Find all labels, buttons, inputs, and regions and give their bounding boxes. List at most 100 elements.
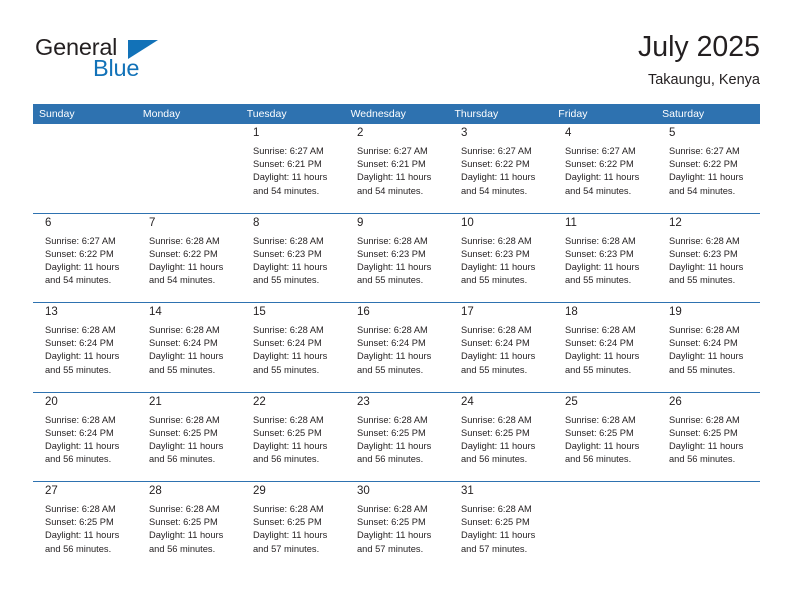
- daylight-line2: and 55 minutes.: [461, 275, 528, 286]
- sunset-text: Sunset: 6:25 PM: [357, 517, 426, 528]
- day-number: 10: [461, 216, 474, 229]
- calendar-day-cell[interactable]: 27 Sunrise: 6:28 AM Sunset: 6:25 PM Dayligh…: [33, 482, 137, 571]
- daylight-line2: and 55 minutes.: [461, 364, 528, 375]
- sunrise-text: Sunrise: 6:28 AM: [253, 414, 324, 425]
- calendar-day-cell[interactable]: 25 Sunrise: 6:28 AM Sunset: 6:25 PM Dayligh…: [553, 392, 657, 481]
- sunset-text: Sunset: 6:21 PM: [357, 159, 426, 170]
- day-detail: Sunrise: 6:27 AM Sunset: 6:21 PM Daylight:…: [351, 142, 443, 198]
- sunset-text: Sunset: 6:23 PM: [565, 248, 634, 259]
- daylight-line1: Daylight: 11 hours: [461, 351, 536, 362]
- weekday-header-sunday: Sunday: [39, 108, 75, 120]
- sunrise-text: Sunrise: 6:28 AM: [461, 504, 532, 514]
- calendar-week-cells: 27 Sunrise: 6:28 AM Sunset: 6:25 PM Dayligh…: [33, 482, 760, 571]
- calendar-day-cell[interactable]: 26 Sunrise: 6:28 AM Sunset: 6:25 PM Dayligh…: [657, 392, 760, 481]
- calendar-week-cells: 20 Sunrise: 6:28 AM Sunset: 6:24 PM Dayligh…: [33, 392, 760, 481]
- calendar-day-cell[interactable]: 2 Sunrise: 6:27 AM Sunset: 6:21 PM Daylight…: [345, 124, 449, 213]
- calendar-day-cell[interactable]: 4 Sunrise: 6:27 AM Sunset: 6:22 PM Daylight…: [553, 124, 657, 213]
- daylight-line1: Daylight: 11 hours: [149, 261, 224, 272]
- sunset-text: Sunset: 6:24 PM: [357, 338, 426, 349]
- calendar-day-cell[interactable]: 29 Sunrise: 6:28 AM Sunset: 6:25 PM Dayligh…: [241, 482, 345, 571]
- daylight-line1: Daylight: 11 hours: [565, 351, 640, 362]
- calendar-day-cell[interactable]: 30 Sunrise: 6:28 AM Sunset: 6:25 PM Dayligh…: [345, 482, 449, 571]
- daylight-line2: and 55 minutes.: [565, 275, 632, 286]
- daylight-line1: Daylight: 11 hours: [253, 351, 328, 362]
- daylight-line1: Daylight: 11 hours: [357, 172, 432, 183]
- day-detail: Sunrise: 6:28 AM Sunset: 6:23 PM Daylight:…: [455, 232, 547, 288]
- calendar-day-cell[interactable]: 28 Sunrise: 6:28 AM Sunset: 6:25 PM Dayligh…: [137, 482, 241, 571]
- calendar-day-cell[interactable]: 19 Sunrise: 6:28 AM Sunset: 6:24 PM Dayligh…: [657, 303, 760, 392]
- daylight-line2: and 56 minutes.: [45, 454, 112, 465]
- daylight-line2: and 54 minutes.: [669, 185, 736, 196]
- day-number: 2: [357, 127, 364, 139]
- day-detail: Sunrise: 6:28 AM Sunset: 6:25 PM Daylight:…: [247, 500, 339, 556]
- calendar-day-cell[interactable]: 15 Sunrise: 6:28 AM Sunset: 6:24 PM Dayligh…: [241, 303, 345, 392]
- sunrise-text: Sunrise: 6:28 AM: [357, 235, 428, 246]
- day-detail: Sunrise: 6:28 AM Sunset: 6:22 PM Daylight:…: [143, 232, 235, 288]
- general-blue-logo[interactable]: General Blue: [33, 34, 263, 86]
- sunrise-text: Sunrise: 6:27 AM: [253, 146, 324, 156]
- sunset-text: Sunset: 6:24 PM: [149, 338, 218, 349]
- calendar-day-cell[interactable]: 3 Sunrise: 6:27 AM Sunset: 6:22 PM Daylight…: [449, 124, 553, 213]
- sunrise-text: Sunrise: 6:28 AM: [565, 325, 636, 335]
- daylight-line2: and 54 minutes.: [565, 185, 632, 196]
- calendar-day-cell[interactable]: 13 Sunrise: 6:28 AM Sunset: 6:24 PM Dayligh…: [33, 303, 137, 392]
- calendar-day-cell[interactable]: 23 Sunrise: 6:28 AM Sunset: 6:25 PM Dayligh…: [345, 392, 449, 481]
- sunset-text: Sunset: 6:21 PM: [253, 159, 322, 170]
- day-detail: Sunrise: 6:28 AM Sunset: 6:24 PM Daylight:…: [39, 411, 131, 467]
- calendar-day-cell[interactable]: 11 Sunrise: 6:28 AM Sunset: 6:23 PM Dayligh…: [553, 213, 657, 302]
- day-detail: Sunrise: 6:28 AM Sunset: 6:25 PM Daylight:…: [247, 411, 339, 467]
- daylight-line1: Daylight: 11 hours: [45, 261, 120, 272]
- daylight-line1: Daylight: 11 hours: [253, 530, 328, 541]
- calendar-day-cell[interactable]: 10 Sunrise: 6:28 AM Sunset: 6:23 PM Dayligh…: [449, 213, 553, 302]
- calendar-day-cell[interactable]: 21 Sunrise: 6:28 AM Sunset: 6:25 PM Dayligh…: [137, 392, 241, 481]
- sunset-text: Sunset: 6:22 PM: [565, 159, 634, 170]
- day-detail: Sunrise: 6:27 AM Sunset: 6:22 PM Daylight:…: [39, 232, 131, 288]
- sunrise-text: Sunrise: 6:28 AM: [149, 235, 220, 246]
- calendar-day-cell[interactable]: 7 Sunrise: 6:28 AM Sunset: 6:22 PM Daylight…: [137, 213, 241, 302]
- day-number: 4: [565, 127, 572, 139]
- calendar-grid: Sunday Monday Tuesday Wednesday Thursday Frid…: [33, 104, 760, 571]
- daylight-line1: Daylight: 11 hours: [149, 530, 224, 541]
- day-detail: Sunrise: 6:28 AM Sunset: 6:25 PM Daylight:…: [39, 500, 131, 556]
- day-number: [559, 482, 651, 500]
- calendar-day-cell[interactable]: 22 Sunrise: 6:28 AM Sunset: 6:25 PM Dayligh…: [241, 392, 345, 481]
- sunrise-text: Sunrise: 6:28 AM: [357, 325, 428, 335]
- day-number: 26: [669, 395, 682, 408]
- calendar-day-cell[interactable]: 14 Sunrise: 6:28 AM Sunset: 6:24 PM Dayligh…: [137, 303, 241, 392]
- calendar-day-cell[interactable]: 17 Sunrise: 6:28 AM Sunset: 6:24 PM Dayligh…: [449, 303, 553, 392]
- day-number: 12: [669, 216, 682, 229]
- sunrise-text: Sunrise: 6:28 AM: [149, 414, 220, 425]
- sunset-text: Sunset: 6:24 PM: [669, 338, 738, 349]
- day-number: 22: [253, 395, 266, 408]
- calendar-week-row: 6 Sunrise: 6:27 AM Sunset: 6:22 PM Daylight…: [33, 212, 760, 302]
- daylight-line2: and 54 minutes.: [461, 185, 528, 196]
- day-number: 29: [253, 485, 266, 497]
- day-detail: Sunrise: 6:28 AM Sunset: 6:23 PM Daylight:…: [559, 232, 651, 288]
- page-title: July 2025: [637, 31, 760, 63]
- calendar-day-cell[interactable]: 6 Sunrise: 6:27 AM Sunset: 6:22 PM Daylight…: [33, 213, 137, 302]
- calendar-day-cell[interactable]: 31 Sunrise: 6:28 AM Sunset: 6:25 PM Dayligh…: [449, 482, 553, 571]
- calendar-day-cell[interactable]: 9 Sunrise: 6:28 AM Sunset: 6:23 PM Daylight…: [345, 213, 449, 302]
- sunrise-text: Sunrise: 6:28 AM: [253, 325, 324, 335]
- sunrise-text: Sunrise: 6:28 AM: [669, 235, 740, 246]
- day-number: 7: [149, 216, 156, 229]
- calendar-day-cell[interactable]: 1 Sunrise: 6:27 AM Sunset: 6:21 PM Daylight…: [241, 124, 345, 213]
- daylight-line1: Daylight: 11 hours: [461, 440, 536, 451]
- calendar-day-cell[interactable]: 5 Sunrise: 6:27 AM Sunset: 6:22 PM Daylight…: [657, 124, 760, 213]
- calendar-day-cell[interactable]: 8 Sunrise: 6:28 AM Sunset: 6:23 PM Daylight…: [241, 213, 345, 302]
- calendar-day-cell[interactable]: 24 Sunrise: 6:28 AM Sunset: 6:25 PM Dayligh…: [449, 392, 553, 481]
- daylight-line1: Daylight: 11 hours: [253, 261, 328, 272]
- calendar-day-cell[interactable]: 18 Sunrise: 6:28 AM Sunset: 6:24 PM Dayligh…: [553, 303, 657, 392]
- daylight-line1: Daylight: 11 hours: [45, 440, 120, 451]
- sunrise-text: Sunrise: 6:28 AM: [45, 504, 116, 514]
- sunset-text: Sunset: 6:25 PM: [149, 427, 218, 438]
- daylight-line2: and 55 minutes.: [565, 364, 632, 375]
- calendar-day-cell[interactable]: 12 Sunrise: 6:28 AM Sunset: 6:23 PM Dayligh…: [657, 213, 760, 302]
- calendar-day-cell[interactable]: 20 Sunrise: 6:28 AM Sunset: 6:24 PM Dayligh…: [33, 392, 137, 481]
- sunset-text: Sunset: 6:24 PM: [45, 338, 114, 349]
- weekday-header-wednesday: Wednesday: [350, 108, 406, 120]
- daylight-line1: Daylight: 11 hours: [149, 440, 224, 451]
- day-detail: Sunrise: 6:27 AM Sunset: 6:22 PM Daylight:…: [559, 142, 651, 198]
- calendar-day-cell[interactable]: 16 Sunrise: 6:28 AM Sunset: 6:24 PM Dayligh…: [345, 303, 449, 392]
- sunrise-text: Sunrise: 6:28 AM: [461, 235, 532, 246]
